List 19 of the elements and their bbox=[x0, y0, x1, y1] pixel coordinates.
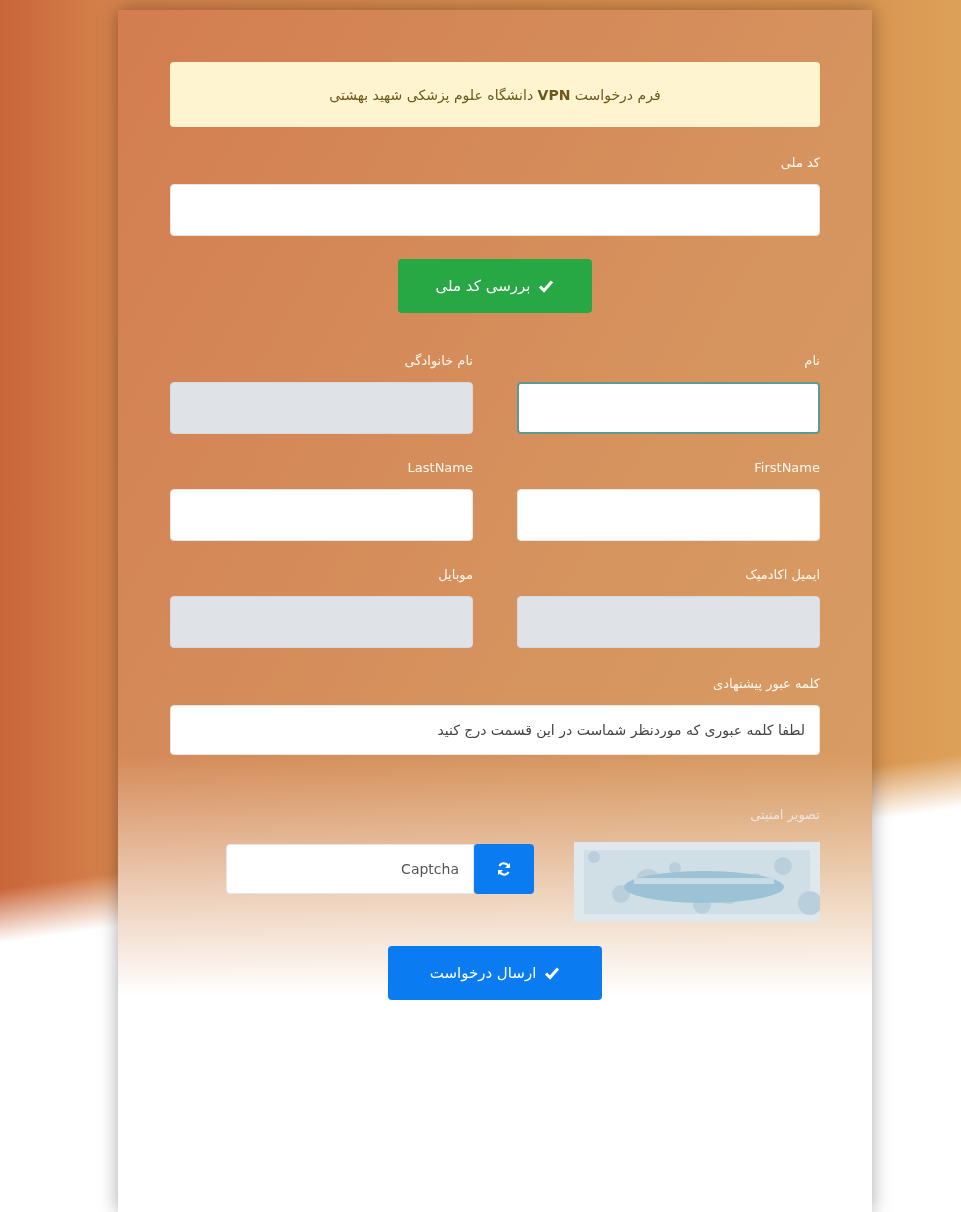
field-label: FirstName bbox=[753, 460, 820, 475]
field-label: ایمیل اکادمیک bbox=[744, 567, 820, 582]
field-label: LastName bbox=[406, 460, 473, 475]
password-field[interactable]: لطفا کلمه عبوری که موردنظر شماست در این قسمت درج کنید bbox=[170, 705, 820, 755]
check-icon bbox=[544, 965, 561, 981]
refresh-icon bbox=[496, 861, 512, 877]
field-label: کلمه عبور پیشنهادی bbox=[713, 676, 820, 691]
field-label: موبایل bbox=[437, 567, 473, 582]
text-field[interactable] bbox=[517, 382, 820, 434]
check-code-button[interactable]: بررسی کد ملی bbox=[398, 259, 592, 313]
submit-button[interactable]: ارسال درخواست bbox=[388, 946, 602, 1000]
check-icon bbox=[538, 278, 555, 294]
field-label: کد ملی bbox=[780, 155, 820, 170]
field-label: نام bbox=[803, 353, 820, 368]
field-label: تصویر امنیتی bbox=[750, 807, 820, 822]
field-label: نام خانوادگی bbox=[403, 353, 473, 368]
captcha-field[interactable]: Captcha bbox=[226, 844, 474, 894]
refresh-button[interactable] bbox=[474, 844, 534, 894]
national-code-field[interactable] bbox=[170, 184, 820, 236]
